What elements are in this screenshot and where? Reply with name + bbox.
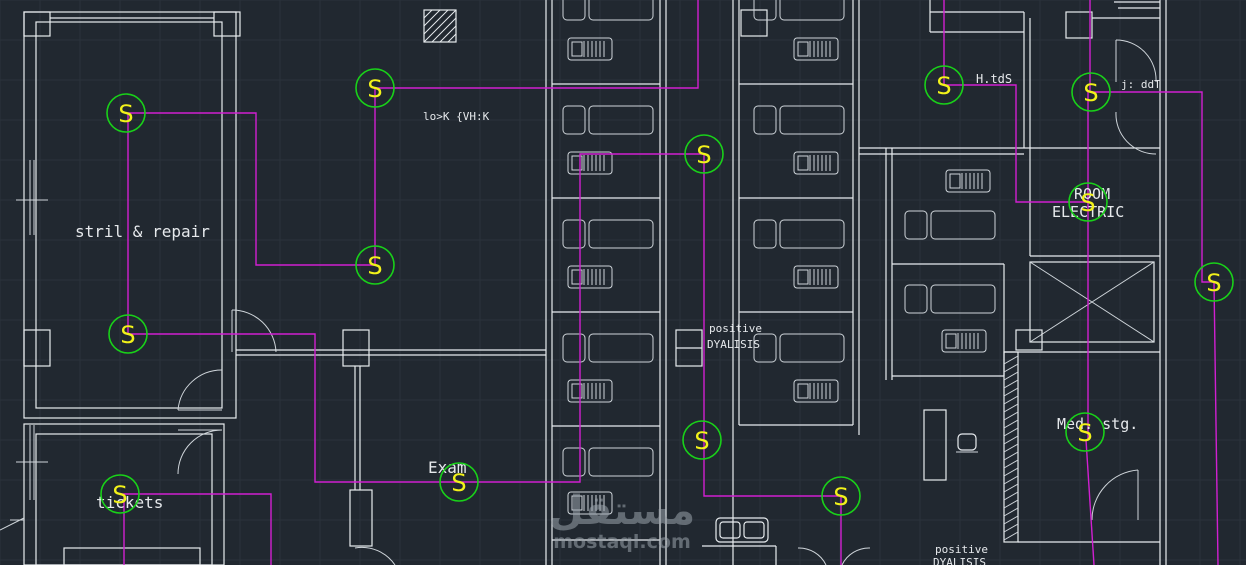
watermark-arabic: مستقل [549, 488, 695, 534]
label-tickets: tickets [96, 493, 163, 512]
label-dyalisis-2: DYALISIS [933, 556, 986, 565]
label-positive-2: positive [935, 543, 988, 556]
svg-text:S: S [118, 100, 133, 128]
svg-text:S: S [112, 481, 127, 509]
svg-text:S: S [367, 252, 382, 280]
svg-text:S: S [1077, 419, 1092, 447]
label-h-tds: H.tdS [976, 72, 1012, 86]
svg-text:S: S [833, 483, 848, 511]
svg-text:S: S [367, 75, 382, 103]
label-dyalisis-1: DYALISIS [707, 338, 760, 351]
label-j-ddt: j: ddT [1121, 78, 1161, 91]
svg-text:S: S [1080, 189, 1095, 217]
svg-text:S: S [936, 72, 951, 100]
watermark: مستقل mostaql.com [549, 488, 695, 553]
svg-text:S: S [1083, 79, 1098, 107]
watermark-latin: mostaql.com [553, 531, 691, 553]
svg-text:S: S [1206, 269, 1221, 297]
svg-text:S: S [694, 427, 709, 455]
label-lok-vhk: lo>K {VH:K [423, 110, 490, 123]
label-stril-repair: stril & repair [75, 222, 210, 241]
svg-text:S: S [451, 469, 466, 497]
svg-text:S: S [120, 321, 135, 349]
cad-floor-plan: stril & repair tickets Exam lo>K {VH:K p… [0, 0, 1246, 565]
svg-text:S: S [696, 141, 711, 169]
label-positive-1: positive [709, 322, 762, 335]
